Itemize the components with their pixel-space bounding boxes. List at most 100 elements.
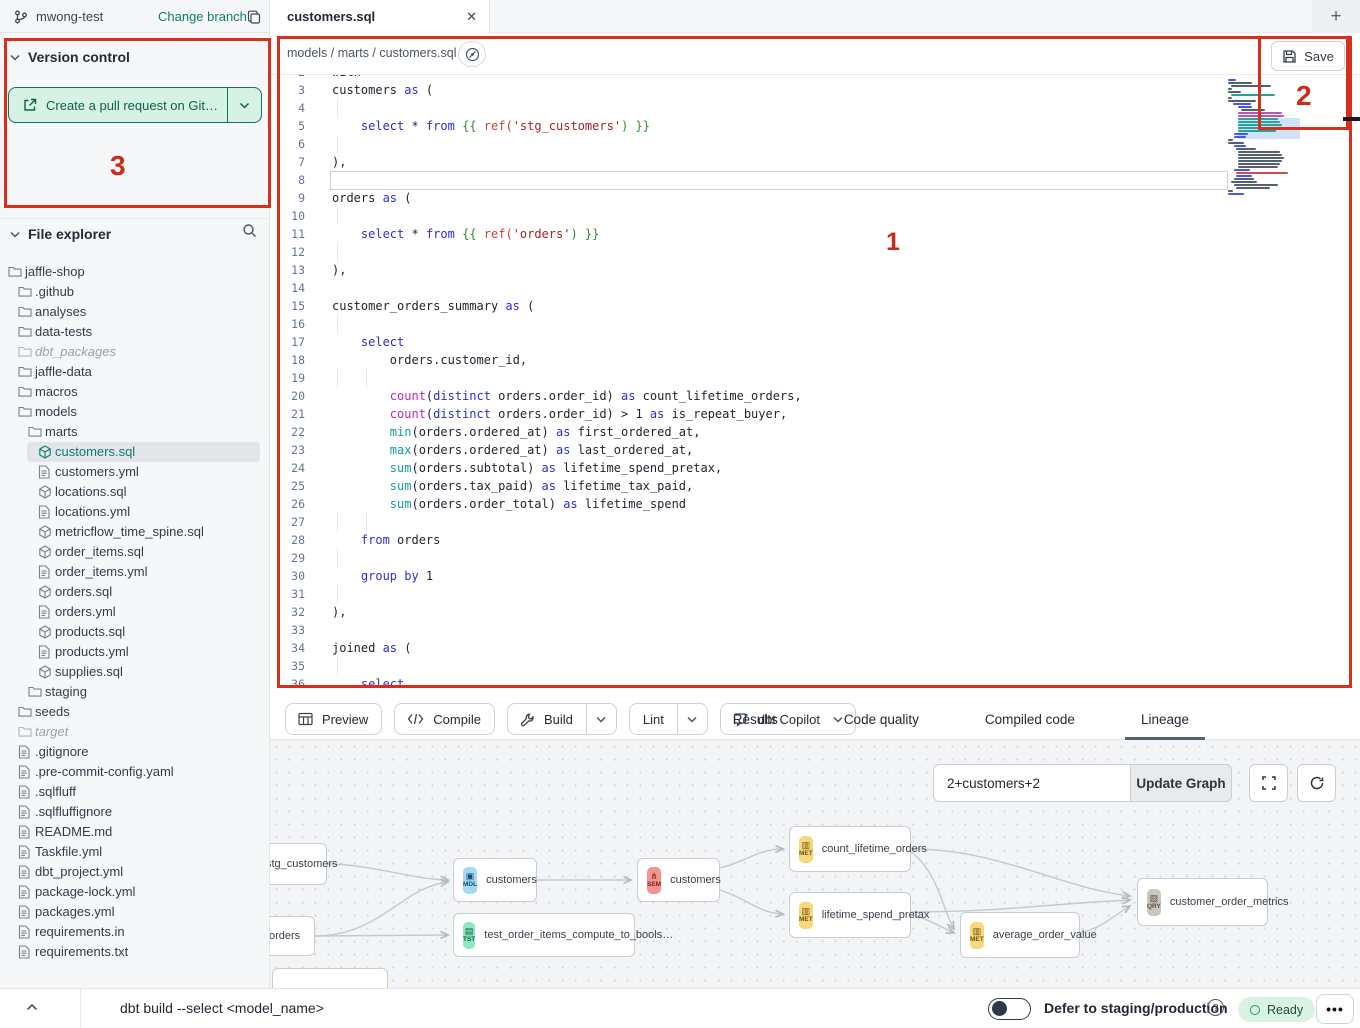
chevron-up-icon[interactable] (26, 1003, 38, 1011)
tree-item-locations-sql[interactable]: locations.sql (0, 482, 270, 502)
tree-item-requirements-in[interactable]: requirements.in (0, 922, 270, 942)
pr-dropdown-chevron-icon[interactable] (228, 102, 261, 109)
tree-item-seeds[interactable]: seeds (0, 702, 270, 722)
tree-item-supplies-sql[interactable]: supplies.sql (0, 662, 270, 682)
tree-item-data-tests[interactable]: data-tests (0, 322, 270, 342)
tree-item-target[interactable]: target (0, 722, 270, 742)
copilot-pill-button[interactable] (458, 41, 486, 67)
tab-results[interactable]: Results (717, 698, 794, 740)
tree-item--sqlfluffignore[interactable]: .sqlfluffignore (0, 802, 270, 822)
tree-item-customers-sql[interactable]: customers.sql (0, 442, 270, 462)
tree-item-models[interactable]: models (0, 402, 270, 422)
code-line-12[interactable]: 12 (270, 243, 1360, 261)
code-line-14[interactable]: 14 (270, 279, 1360, 297)
code-line-8[interactable]: 8 (270, 171, 1360, 189)
code-line-15[interactable]: 15customer_orders_summary as ( (270, 297, 1360, 315)
refresh-button[interactable] (1297, 764, 1336, 802)
code-line-19[interactable]: 19 (270, 369, 1360, 387)
cli-command[interactable]: dbt build --select <model_name> (120, 1000, 324, 1016)
lineage-node-stg-customers[interactable]: stg_customers (270, 843, 327, 885)
tree-item-products-yml[interactable]: products.yml (0, 642, 270, 662)
code-line-17[interactable]: 17 select (270, 333, 1360, 351)
split-chevron-button[interactable] (677, 704, 707, 734)
tree-item-staging[interactable]: staging (0, 682, 270, 702)
lineage-filter-input[interactable] (933, 764, 1130, 802)
code-line-21[interactable]: 21 count(distinct orders.order_id) > 1 a… (270, 405, 1360, 423)
compile-button[interactable]: Compile (394, 703, 495, 735)
save-button[interactable]: Save (1271, 41, 1345, 71)
tree-item--sqlfluff[interactable]: .sqlfluff (0, 782, 270, 802)
tree-item-macros[interactable]: macros (0, 382, 270, 402)
tree-item-packages-yml[interactable]: packages.yml (0, 902, 270, 922)
tree-item-products-sql[interactable]: products.sql (0, 622, 270, 642)
tree-item-taskfile-yml[interactable]: Taskfile.yml (0, 842, 270, 862)
code-line-9[interactable]: 9orders as ( (270, 189, 1360, 207)
lineage-node-count-lifetime-orders[interactable]: ▥METcount_lifetime_orders (789, 826, 911, 872)
code-line-24[interactable]: 24 sum(orders.subtotal) as lifetime_spen… (270, 459, 1360, 477)
code-line-33[interactable]: 33 (270, 621, 1360, 639)
tree-item-marts[interactable]: marts (0, 422, 270, 442)
create-pull-request-button[interactable]: Create a pull request on Git… (8, 87, 262, 123)
split-chevron-button[interactable] (586, 704, 616, 734)
lineage-node-average-order-value[interactable]: ▥METaverage_order_value (960, 912, 1080, 958)
fullscreen-button[interactable] (1249, 764, 1288, 802)
lineage-node-customers[interactable]: ▣MDLcustomers (453, 858, 537, 902)
tree-item-order-items-sql[interactable]: order_items.sql (0, 542, 270, 562)
code-line-3[interactable]: 3customers as ( (270, 81, 1360, 99)
lineage-node-lifetime-spend-pretax[interactable]: ▥METlifetime_spend_pretax (789, 892, 911, 938)
code-line-20[interactable]: 20 count(distinct orders.order_id) as co… (270, 387, 1360, 405)
lineage-node-partial[interactable] (272, 968, 388, 988)
tree-item-jaffle-shop[interactable]: jaffle-shop (0, 262, 270, 282)
tree-item-dbt-packages[interactable]: dbt_packages (0, 342, 270, 362)
code-line-31[interactable]: 31 (270, 585, 1360, 603)
code-line-26[interactable]: 26 sum(orders.order_total) as lifetime_s… (270, 495, 1360, 513)
code-line-35[interactable]: 35 (270, 657, 1360, 675)
tree-item-requirements-txt[interactable]: requirements.txt (0, 942, 270, 962)
tree-item-customers-yml[interactable]: customers.yml (0, 462, 270, 482)
create-pull-request-main[interactable]: Create a pull request on Git… (9, 88, 228, 122)
code-line-23[interactable]: 23 max(orders.ordered_at) as last_ordere… (270, 441, 1360, 459)
code-line-36[interactable]: 36 select (270, 675, 1360, 693)
code-line-32[interactable]: 32), (270, 603, 1360, 621)
code-line-29[interactable]: 29 (270, 549, 1360, 567)
code-line-22[interactable]: 22 min(orders.ordered_at) as first_order… (270, 423, 1360, 441)
tab-code-quality[interactable]: Code quality (828, 698, 935, 740)
tree-item-orders-sql[interactable]: orders.sql (0, 582, 270, 602)
code-line-16[interactable]: 16 (270, 315, 1360, 333)
tree-item-locations-yml[interactable]: locations.yml (0, 502, 270, 522)
lineage-node-orders[interactable]: orders (270, 916, 315, 956)
code-line-11[interactable]: 11 select * from {{ ref('orders') }} (270, 225, 1360, 243)
tree-item-order-items-yml[interactable]: order_items.yml (0, 562, 270, 582)
code-editor[interactable]: 2with3customers as (45 select * from {{ … (270, 75, 1360, 698)
code-line-7[interactable]: 7), (270, 153, 1360, 171)
defer-toggle[interactable] (988, 998, 1031, 1020)
code-line-10[interactable]: 10 (270, 207, 1360, 225)
lint-button[interactable]: Lint (629, 703, 708, 735)
code-line-28[interactable]: 28 from orders (270, 531, 1360, 549)
search-icon[interactable] (242, 223, 257, 238)
build-button[interactable]: Build (507, 703, 617, 735)
tree-item-orders-yml[interactable]: orders.yml (0, 602, 270, 622)
tree-item--github[interactable]: .github (0, 282, 270, 302)
code-line-30[interactable]: 30 group by 1 (270, 567, 1360, 585)
code-line-25[interactable]: 25 sum(orders.tax_paid) as lifetime_tax_… (270, 477, 1360, 495)
lineage-node-test-order-items-compute-to-bools-[interactable]: ▤TSTtest_order_items_compute_to_bools… (453, 913, 635, 957)
more-options-button[interactable]: ••• (1316, 994, 1354, 1024)
file-explorer-header[interactable]: File explorer (0, 224, 270, 244)
update-graph-button[interactable]: Update Graph (1130, 764, 1232, 802)
tab-customers-sql[interactable]: customers.sql ✕ (270, 0, 490, 33)
tab-compiled-code[interactable]: Compiled code (969, 698, 1091, 740)
copy-icon[interactable] (247, 10, 261, 24)
version-control-header[interactable]: Version control (0, 47, 270, 67)
code-line-34[interactable]: 34joined as ( (270, 639, 1360, 657)
lineage-node-customer-order-metrics[interactable]: ▧QRYcustomer_order_metrics (1137, 878, 1268, 926)
code-line-6[interactable]: 6 (270, 135, 1360, 153)
close-tab-icon[interactable]: ✕ (466, 9, 477, 25)
help-icon[interactable]: ? (1207, 999, 1224, 1016)
tree-item-package-lock-yml[interactable]: package-lock.yml (0, 882, 270, 902)
tree-item-dbt-project-yml[interactable]: dbt_project.yml (0, 862, 270, 882)
code-line-18[interactable]: 18 orders.customer_id, (270, 351, 1360, 369)
preview-button[interactable]: Preview (285, 703, 382, 735)
tree-item-analyses[interactable]: analyses (0, 302, 270, 322)
code-line-13[interactable]: 13), (270, 261, 1360, 279)
